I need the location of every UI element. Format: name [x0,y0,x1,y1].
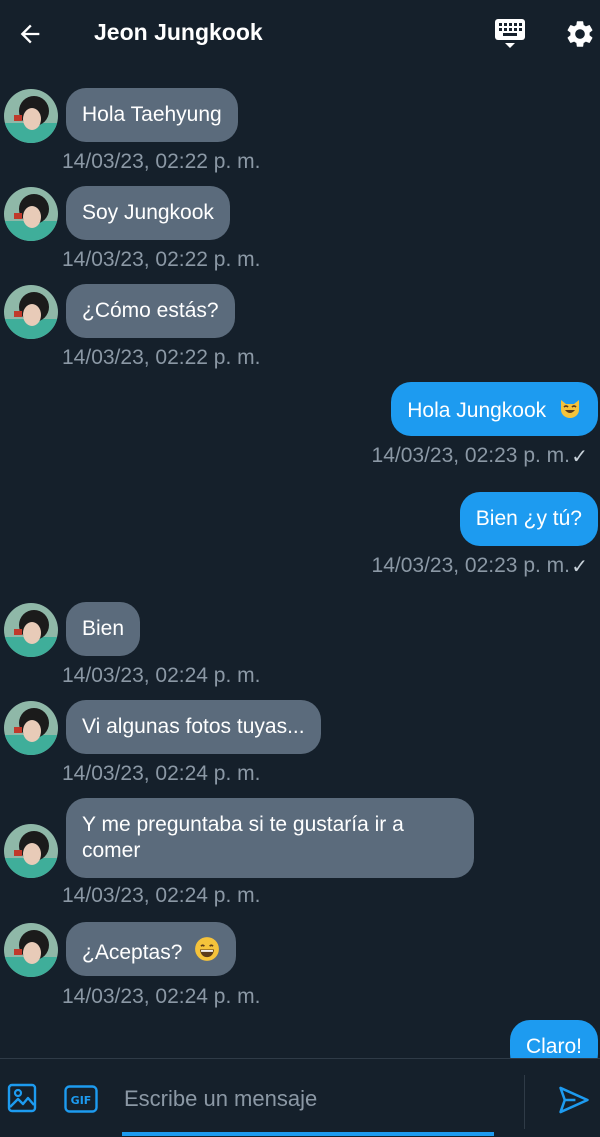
keyboard-button[interactable] [490,14,530,54]
contact-photo [4,701,58,755]
message-text: Claro! [525,1035,582,1058]
message-bubble-incoming[interactable]: Bien [66,602,141,656]
message-timestamp: 14/03/23, 02:22 p. m. [62,248,261,271]
avatar[interactable] [4,187,58,241]
message-timestamp: 14/03/23, 02:24 p. m. [62,985,261,1008]
avatar[interactable] [4,89,58,143]
message-text: Bien ¿y tú? [475,507,582,530]
send-icon [559,1086,589,1114]
message-timestamp: 14/03/23, 02:24 p. m. [62,664,261,687]
message-composer: GIF [0,1058,600,1137]
message-bubble-incoming[interactable]: ¿Aceptas? [66,922,237,976]
attach-image-button[interactable] [5,1081,39,1115]
check-icon: ✓ [571,556,588,578]
message-text: Vi algunas fotos tuyas... [82,715,305,738]
message-bubble-incoming[interactable]: Hola Taehyung [66,88,238,142]
message-text: Bien [82,617,125,640]
message-bubble-outgoing[interactable]: Bien ¿y tú? [459,492,598,546]
back-button[interactable] [10,14,50,54]
message-timestamp: 14/03/23, 02:24 p. m. [62,884,261,907]
keyboard-icon [495,19,525,48]
gear-icon [567,21,593,47]
gif-icon: GIF [64,1085,98,1113]
message-bubble-incoming[interactable]: Vi algunas fotos tuyas... [66,700,321,754]
input-focus-underline [122,1132,494,1136]
chat-header: Jeon Jungkook [0,0,600,68]
message-bubble-incoming[interactable]: ¿Cómo estás? [66,284,235,338]
chat-title: Jeon Jungkook [94,19,263,45]
message-bubble-incoming[interactable]: Soy Jungkook [66,186,230,240]
message-text: ¿Aceptas? [82,941,183,964]
composer-divider [524,1075,525,1129]
avatar[interactable] [4,824,58,878]
settings-button[interactable] [560,14,600,54]
message-timestamp: 14/03/23, 02:22 p. m. [62,150,261,173]
arrow-left-icon [20,24,40,44]
gif-button[interactable]: GIF [64,1085,98,1113]
message-text: ¿Cómo estás? [82,299,219,322]
avatar[interactable] [4,603,58,657]
message-timestamp: 14/03/23, 02:23 p. m. [371,554,570,577]
message-text: Soy Jungkook [82,201,214,224]
avatar[interactable] [4,701,58,755]
message-timestamp: 14/03/23, 02:22 p. m. [62,346,261,369]
svg-text:GIF: GIF [71,1094,92,1107]
contact-photo [4,923,58,977]
image-icon [7,1083,37,1113]
message-timestamp: 14/03/23, 02:23 p. m. [371,444,570,467]
message-bubble-incoming[interactable]: Y me preguntaba si te gustaría ir a come… [66,798,474,878]
send-button[interactable] [554,1080,594,1120]
avatar[interactable] [4,285,58,339]
avatar[interactable] [4,923,58,977]
contact-photo [4,285,58,339]
cat-face-emoji [558,396,582,427]
contact-photo [4,824,58,878]
check-icon: ✓ [571,446,588,468]
message-text: Hola Jungkook [407,399,547,422]
message-timestamp: 14/03/23, 02:24 p. m. [62,762,261,785]
contact-photo [4,89,58,143]
contact-photo [4,603,58,657]
message-input[interactable] [112,1079,512,1119]
message-text: Hola Taehyung [82,103,222,126]
contact-photo [4,187,58,241]
message-text: Y me preguntaba si te gustaría ir a come… [82,813,404,862]
grinning-face-emoji [194,936,220,969]
message-bubble-outgoing[interactable]: Hola Jungkook [391,382,598,436]
